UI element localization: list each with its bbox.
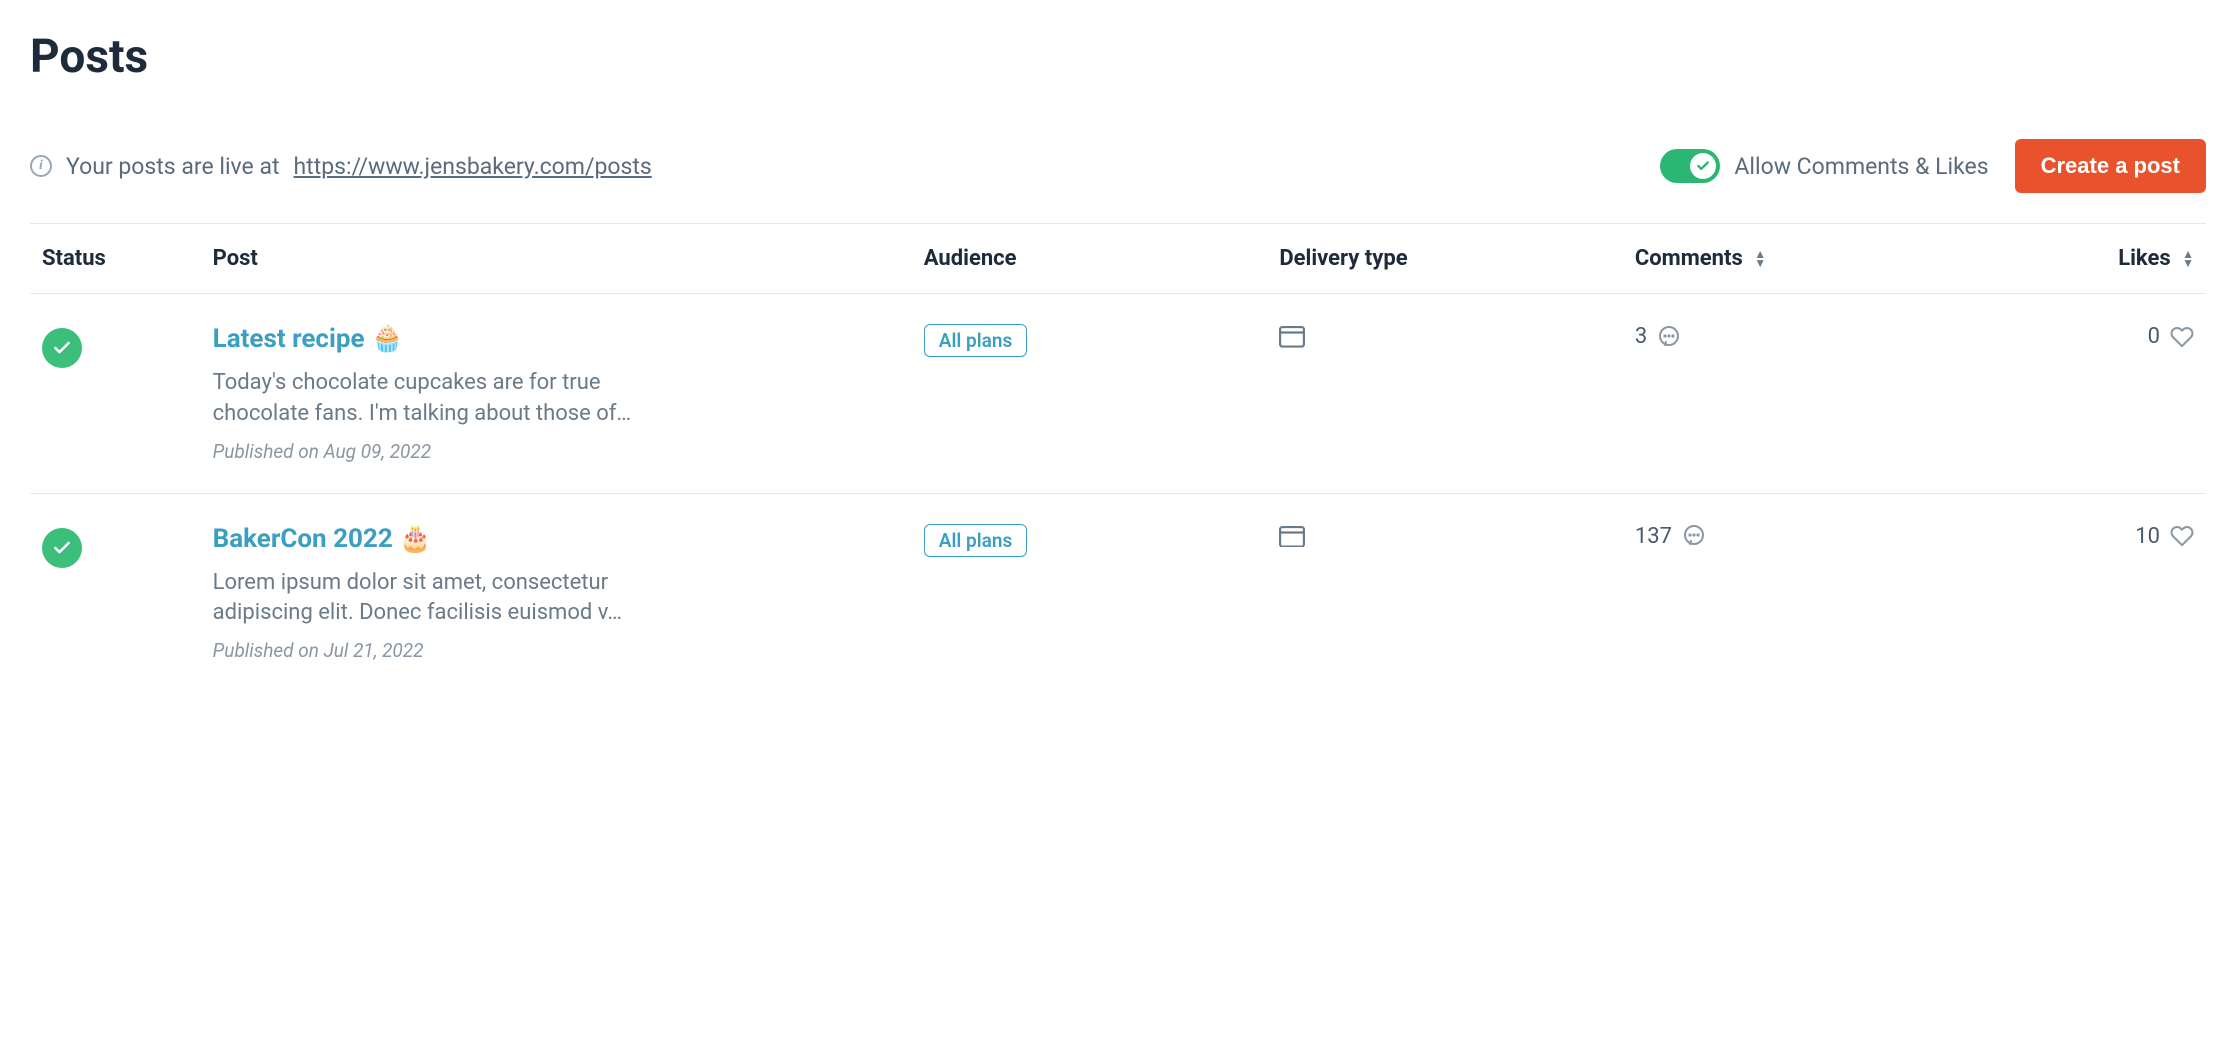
top-bar-right: Allow Comments & Likes Create a post (1660, 139, 2206, 193)
sort-icon: ▲▼ (1754, 250, 1766, 268)
col-likes[interactable]: Likes ▲▼ (1964, 224, 2206, 294)
table-row: BakerCon 2022 🎂 Lorem ipsum dolor sit am… (30, 493, 2206, 692)
post-published-date: Published on Jul 21, 2022 (213, 639, 900, 662)
top-bar: i Your posts are live at https://www.jen… (30, 139, 2206, 193)
checkmark-icon (1696, 159, 1710, 173)
table-row: Latest recipe 🧁 Today's chocolate cupcak… (30, 294, 2206, 494)
comments-number: 3 (1635, 324, 1647, 349)
comments-number: 137 (1635, 524, 1672, 549)
live-info: i Your posts are live at https://www.jen… (30, 153, 652, 180)
table-header-row: Status Post Audience Delivery type Comme… (30, 224, 2206, 294)
post-excerpt: Lorem ipsum dolor sit amet, consectetur … (213, 568, 643, 630)
col-likes-label: Likes (2118, 246, 2170, 271)
live-prefix: Your posts are live at (66, 153, 280, 180)
audience-badge: All plans (924, 524, 1028, 557)
create-post-button[interactable]: Create a post (2015, 139, 2206, 193)
toggle-label: Allow Comments & Likes (1734, 153, 1988, 180)
toggle-knob (1690, 153, 1716, 179)
likes-number: 0 (2148, 324, 2160, 349)
posts-table: Status Post Audience Delivery type Comme… (30, 223, 2206, 692)
col-delivery: Delivery type (1267, 224, 1623, 294)
post-title-link[interactable]: BakerCon 2022 🎂 (213, 524, 900, 554)
allow-comments-toggle-wrap: Allow Comments & Likes (1660, 149, 1988, 183)
col-status: Status (30, 224, 201, 294)
likes-number: 10 (2135, 524, 2160, 549)
post-excerpt: Today's chocolate cupcakes are for true … (213, 368, 643, 430)
comment-icon (1657, 325, 1681, 349)
comment-icon (1682, 524, 1706, 548)
status-published-icon (42, 328, 82, 368)
web-delivery-icon (1279, 326, 1305, 348)
live-url-link[interactable]: https://www.jensbakery.com/posts (294, 153, 652, 180)
post-title-link[interactable]: Latest recipe 🧁 (213, 324, 900, 354)
page-title: Posts (30, 30, 2206, 84)
heart-icon (2170, 325, 2194, 349)
web-delivery-icon (1279, 526, 1305, 548)
status-published-icon (42, 528, 82, 568)
likes-count: 10 (2135, 524, 2194, 549)
post-published-date: Published on Aug 09, 2022 (213, 440, 900, 463)
col-comments[interactable]: Comments ▲▼ (1623, 224, 1964, 294)
col-comments-label: Comments (1635, 246, 1743, 271)
sort-icon: ▲▼ (2182, 250, 2194, 268)
col-audience: Audience (912, 224, 1268, 294)
allow-comments-toggle[interactable] (1660, 149, 1720, 183)
heart-icon (2170, 524, 2194, 548)
comments-count: 137 (1635, 524, 1706, 549)
info-icon: i (30, 155, 52, 177)
comments-count: 3 (1635, 324, 1681, 349)
audience-badge: All plans (924, 324, 1028, 357)
col-post: Post (201, 224, 912, 294)
likes-count: 0 (2148, 324, 2194, 349)
